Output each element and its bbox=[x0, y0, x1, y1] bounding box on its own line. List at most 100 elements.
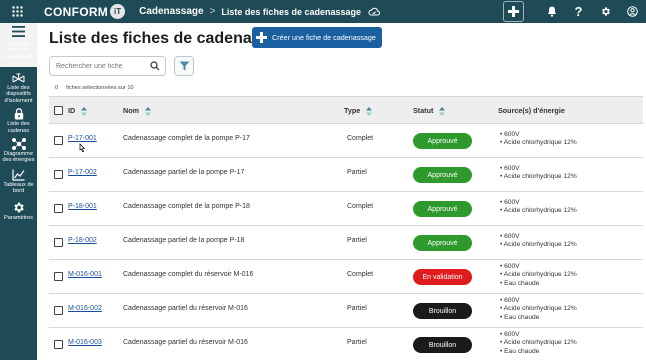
sidebar-item-padlocks[interactable]: Liste des cadenas bbox=[0, 108, 37, 134]
selection-count: 0 fiches sélectionnées sur 10 bbox=[55, 85, 134, 91]
row-energy-sources: • 600V • Acide chlorhydrique 12% bbox=[500, 199, 577, 216]
row-id-link[interactable]: P-17-002 bbox=[68, 169, 97, 176]
selected-count-number: 0 bbox=[55, 85, 59, 91]
table-row[interactable]: M-016-002 Cadenassage partiel du réservoi… bbox=[49, 294, 643, 328]
isolation-valve-icon bbox=[12, 73, 25, 83]
diagram-icon bbox=[11, 138, 26, 151]
filter-icon bbox=[179, 61, 189, 71]
energy-source-item: • Eau chaude bbox=[500, 313, 540, 321]
row-id-link[interactable]: M-016-001 bbox=[68, 271, 102, 278]
row-id-link[interactable]: M-016-002 bbox=[68, 305, 102, 312]
energy-source-item: • 600V bbox=[500, 297, 520, 304]
energy-source-item: • 600V bbox=[500, 199, 520, 206]
gear-icon bbox=[602, 7, 610, 16]
sidebar-item-lockout-sheets[interactable]: Liste des fiches de cadenassage bbox=[0, 23, 37, 67]
sidebar-item-label: Paramètres bbox=[4, 214, 33, 221]
column-header-id-label: ID bbox=[68, 106, 76, 115]
column-header-id[interactable]: ID bbox=[68, 106, 88, 116]
energy-source-item: • Eau chaude bbox=[500, 279, 540, 287]
sidebar-item-settings[interactable]: Paramètres bbox=[0, 201, 37, 221]
lockout-sheets-table: ID Nom Type Statut Source(s) d'énergie P… bbox=[49, 96, 643, 360]
table-row[interactable]: P-17-002 Cadenassage partiel de la pompe … bbox=[49, 158, 643, 192]
search-icon bbox=[150, 61, 160, 71]
sort-arrows-icon bbox=[144, 106, 151, 116]
row-energy-sources: • 600V • Acide chlorhydrique 12% • Eau cha… bbox=[500, 263, 577, 288]
table-row[interactable]: P-18-001 Cadenassage complet de la pompe … bbox=[49, 192, 643, 226]
table-row[interactable]: M-016-003 Cadenassage partiel du réservoi… bbox=[49, 328, 643, 360]
energy-source-item: • 600V bbox=[500, 165, 520, 172]
quick-add-button[interactable] bbox=[503, 1, 524, 22]
search-field[interactable] bbox=[49, 56, 166, 76]
create-lockout-sheet-button[interactable]: Créer une fiche de cadenassage bbox=[252, 27, 382, 48]
sidebar-item-label: Liste des fiches de cadenassage bbox=[1, 41, 36, 60]
sidebar-item-dashboards[interactable]: Tableaux de bord bbox=[0, 169, 37, 195]
search-input[interactable] bbox=[56, 62, 146, 70]
energy-source-item: • Acide chlorhydrique 12% bbox=[500, 173, 577, 181]
row-checkbox[interactable] bbox=[54, 306, 63, 315]
row-checkbox[interactable] bbox=[54, 170, 63, 179]
logo-badge: iT bbox=[110, 4, 126, 19]
row-name: Cadenassage partiel du réservoir M-016 bbox=[123, 305, 248, 312]
row-type: Partiel bbox=[347, 237, 367, 244]
energy-source-item: • Acide chlorhydrique 12% bbox=[500, 241, 577, 249]
status-badge: Approuvé bbox=[413, 235, 472, 251]
row-id-link[interactable]: P-17-001 bbox=[68, 135, 97, 142]
row-name: Cadenassage partiel du réservoir M-016 bbox=[123, 339, 248, 346]
sort-arrows-icon bbox=[439, 106, 446, 116]
energy-source-item: • 600V bbox=[500, 233, 520, 240]
table-row[interactable]: M-016-001 Cadenassage complet du réservoi… bbox=[49, 260, 643, 294]
column-header-energy: Source(s) d'énergie bbox=[498, 106, 565, 115]
sort-arrows-icon bbox=[366, 106, 373, 116]
table-row[interactable]: P-17-001 Cadenassage complet de la pompe … bbox=[49, 124, 643, 158]
row-type: Complet bbox=[347, 271, 374, 278]
row-checkbox[interactable] bbox=[54, 340, 63, 349]
notifications-button[interactable] bbox=[538, 0, 565, 23]
energy-source-item: • Acide chlorhydrique 12% bbox=[500, 271, 577, 279]
mouse-cursor-icon bbox=[79, 143, 86, 153]
row-energy-sources: • 600V • Acide chlorhydrique 12% bbox=[500, 131, 577, 148]
sidebar-item-energy-diagram[interactable]: Diagramme des énergies bbox=[0, 138, 37, 164]
row-id-link[interactable]: M-016-003 bbox=[68, 339, 102, 346]
sidebar-item-isolation-devices[interactable]: Liste des dispositifs d'isolement bbox=[0, 73, 37, 104]
select-all-checkbox[interactable] bbox=[54, 106, 63, 115]
row-name: Cadenassage complet de la pompe P-17 bbox=[123, 135, 250, 142]
column-header-type[interactable]: Type bbox=[344, 106, 373, 116]
row-checkbox[interactable] bbox=[54, 272, 63, 281]
apps-grid-button[interactable] bbox=[0, 0, 34, 23]
filter-button[interactable] bbox=[174, 56, 194, 76]
row-id-link[interactable]: P-18-001 bbox=[68, 203, 97, 210]
app-logo[interactable]: CONFORM iT bbox=[44, 4, 126, 19]
bell-icon bbox=[547, 6, 556, 17]
help-button[interactable]: ? bbox=[565, 0, 592, 23]
user-profile-button[interactable] bbox=[619, 0, 646, 23]
row-type: Complet bbox=[347, 203, 374, 210]
row-name: Cadenassage partiel de la pompe P-17 bbox=[123, 169, 245, 176]
gear-icon bbox=[14, 202, 24, 213]
sidebar-item-label: Liste des cadenas bbox=[7, 121, 30, 134]
chart-icon bbox=[12, 169, 25, 181]
row-checkbox[interactable] bbox=[54, 204, 63, 213]
table-row[interactable]: P-18-002 Cadenassage partiel de la pompe … bbox=[49, 226, 643, 260]
column-header-name[interactable]: Nom bbox=[123, 106, 151, 116]
energy-source-item: • Acide chlorhydrique 12% bbox=[500, 339, 577, 347]
column-header-status-label: Statut bbox=[413, 106, 434, 115]
row-energy-sources: • 600V • Acide chlorhydrique 12% • Eau cha… bbox=[500, 331, 577, 356]
row-id-link[interactable]: P-18-002 bbox=[68, 237, 97, 244]
logo-text: CONFORM bbox=[44, 4, 109, 19]
row-name: Cadenassage partiel de la pompe P-18 bbox=[123, 237, 245, 244]
plus-icon bbox=[508, 6, 519, 17]
status-badge: Approuvé bbox=[413, 167, 472, 183]
status-badge: En validation bbox=[413, 269, 472, 285]
energy-source-item: • Acide chlorhydrique 12% bbox=[500, 305, 577, 313]
hamburger-icon bbox=[12, 26, 25, 37]
apps-grid-icon bbox=[11, 6, 23, 17]
cloud-sync-icon bbox=[368, 7, 380, 16]
padlock-icon bbox=[14, 108, 23, 120]
row-checkbox[interactable] bbox=[54, 238, 63, 247]
table-body: P-17-001 Cadenassage complet de la pompe … bbox=[49, 124, 643, 360]
settings-button[interactable] bbox=[592, 0, 619, 23]
row-checkbox[interactable] bbox=[54, 136, 63, 145]
sidebar-item-label: Diagramme des énergies bbox=[2, 151, 35, 164]
breadcrumb-module[interactable]: Cadenassage bbox=[139, 6, 203, 17]
column-header-status[interactable]: Statut bbox=[413, 106, 446, 116]
